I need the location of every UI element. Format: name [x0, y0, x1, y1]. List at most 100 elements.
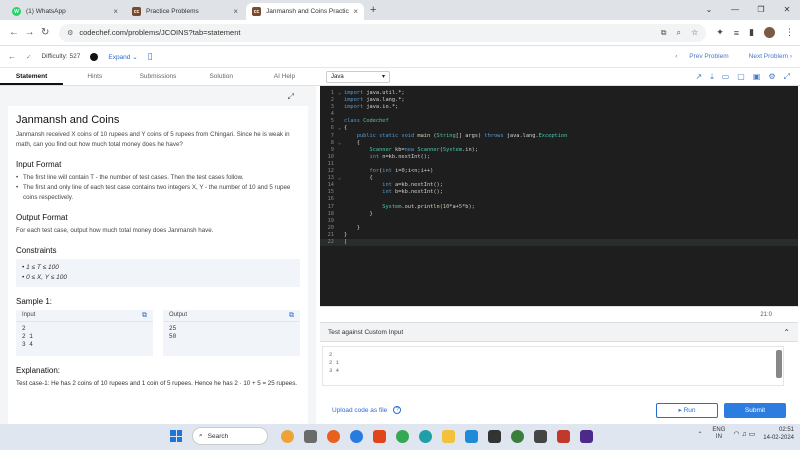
constraint-item: • 1 ≤ T ≤ 100	[22, 264, 59, 271]
copy-icon[interactable]: ⧉	[289, 312, 294, 319]
tab-ai-help[interactable]: AI Help	[253, 68, 316, 85]
code-line: 15 int b=kb.nextInt();	[327, 189, 443, 196]
input-format-heading: Input Format	[16, 160, 62, 169]
code-line: 7 public static void main (String[] args…	[330, 132, 568, 139]
chevron-up-icon[interactable]: ⌃	[783, 328, 790, 337]
code-line: 11	[327, 160, 334, 167]
help-icon[interactable]: ?	[393, 406, 402, 414]
reading-list-icon[interactable]: ≡	[734, 28, 739, 38]
back-icon[interactable]: ←	[6, 27, 22, 38]
settings-icon[interactable]: ⚙	[768, 72, 775, 82]
copy-icon[interactable]: ⧉	[142, 312, 147, 319]
close-tab-icon[interactable]: ×	[233, 7, 238, 16]
share-icon[interactable]: ↗	[695, 72, 702, 82]
code-line: 10 int n=kb.nextInt();	[327, 153, 431, 160]
browser-tab-practice[interactable]: cc Practice Problems ×	[126, 3, 244, 20]
chevron-up-icon[interactable]: ⌃	[697, 431, 702, 438]
tab-hints[interactable]: Hints	[63, 68, 126, 85]
codechef-app-icon[interactable]	[488, 429, 501, 443]
browser-tab-whatsapp[interactable]: W (1) WhatsApp ×	[6, 3, 124, 20]
code-editor[interactable]: 1 ⌄ import java.util.*; 2 import java.lang.…	[320, 86, 798, 306]
fullscreen-icon[interactable]: ⤢	[288, 92, 294, 102]
search-icon: ⌕	[199, 432, 203, 439]
constraint-item: • 0 ≤ X, Y ≤ 100	[22, 274, 67, 281]
output-format-text: For each test case, output how much tota…	[16, 227, 214, 234]
close-tab-icon[interactable]: ×	[113, 7, 118, 16]
edge-dev-icon[interactable]	[419, 429, 432, 443]
sample-heading: Sample 1:	[16, 297, 53, 306]
app-icon[interactable]	[534, 429, 547, 443]
sample-input-text: 2 2 1 3 4	[22, 325, 33, 348]
difficulty-label: Difficulty: 527	[41, 53, 81, 60]
custom-input-scrollbar[interactable]	[776, 350, 782, 378]
submit-button[interactable]: Submit	[724, 402, 786, 418]
close-tab-icon[interactable]: ×	[353, 7, 358, 16]
language-indicator[interactable]: ENG IN	[712, 427, 725, 441]
extensions-icon[interactable]: ✦	[716, 27, 724, 38]
menu-icon[interactable]: ⋮	[785, 27, 794, 38]
site-info-icon[interactable]: ⚙	[67, 29, 73, 37]
edge-icon[interactable]	[350, 429, 363, 443]
new-tab-button[interactable]: +	[370, 3, 376, 20]
bookmark-star-icon[interactable]: ☆	[691, 28, 698, 37]
browser-tab-strip: W (1) WhatsApp × cc Practice Problems × …	[0, 0, 800, 20]
maximize-icon[interactable]: ❐	[748, 0, 774, 20]
taskbar-search[interactable]: ⌕ Search	[192, 427, 268, 445]
explanation-heading: Explanation:	[16, 366, 61, 375]
reload-icon[interactable]: ↻	[37, 27, 53, 38]
bookmark-icon[interactable]: ▯	[148, 51, 153, 62]
code-line: 8 ⌄ {	[330, 139, 360, 146]
codechef-icon: cc	[252, 7, 261, 16]
firefox-icon[interactable]	[327, 429, 340, 443]
statement-pane[interactable]: ⤢ Janmansh and Coins Janmansh received X…	[0, 86, 316, 424]
app-icon[interactable]	[580, 429, 593, 443]
vscode-icon[interactable]	[465, 429, 478, 443]
app-icon[interactable]	[557, 429, 570, 443]
open-in-app-icon[interactable]: ⧉	[661, 28, 667, 37]
dropdown-icon[interactable]: ⌄	[696, 0, 722, 20]
forward-icon[interactable]: →	[22, 27, 38, 38]
app-icon[interactable]	[511, 429, 524, 443]
address-bar[interactable]: ⚙ codechef.com/problems/JCOINS?tab=state…	[59, 23, 707, 42]
dark-mode-icon[interactable]	[90, 52, 99, 61]
tab-solution[interactable]: Solution	[190, 68, 253, 85]
layout-icon[interactable]: ▭	[722, 72, 730, 82]
code-line: 13 ⌄ {	[327, 175, 373, 182]
upload-code-link[interactable]: Upload code as file?	[332, 406, 402, 414]
windows-start-icon[interactable]	[170, 430, 182, 442]
brave-icon[interactable]	[373, 429, 386, 443]
code-line: 5 class Codechef	[330, 118, 389, 125]
file-explorer-icon[interactable]	[304, 429, 317, 443]
output-format-heading: Output Format	[16, 213, 68, 222]
clock[interactable]: 02:51 14-02-2024	[763, 426, 794, 442]
theme-icon[interactable]: ▣	[753, 72, 761, 82]
chrome-icon[interactable]	[396, 429, 409, 443]
close-window-icon[interactable]: ✕	[774, 0, 800, 20]
language-select[interactable]: Java ▾	[326, 70, 390, 83]
code-line: 12 for(int i=0;i<n;i++)	[327, 168, 434, 175]
custom-input-field[interactable]: 2 2 1 3 4	[322, 346, 784, 386]
sample-input-box: Input ⧉ 2 2 1 3 4	[16, 310, 153, 356]
zoom-icon[interactable]: ⌕	[677, 28, 681, 37]
expand-button[interactable]: Expand ⌄	[108, 53, 137, 61]
profile-avatar[interactable]	[764, 27, 776, 38]
folder-icon[interactable]	[442, 429, 455, 443]
comment-icon[interactable]: ▢	[737, 72, 745, 82]
custom-input-header[interactable]: Test against Custom Input ⌃	[320, 322, 798, 342]
tab-submissions[interactable]: Submissions	[126, 68, 189, 85]
next-problem-button[interactable]: Next Problem ›	[739, 53, 792, 60]
code-line: 1 ⌄ import java.util.*;	[330, 90, 405, 96]
prev-problem-button[interactable]: ‹ Prev Problem	[675, 53, 728, 60]
widgets-icon[interactable]	[281, 429, 294, 443]
browser-tab-janmansh[interactable]: cc Janmansh and Coins Practice C... ×	[246, 3, 364, 20]
download-icon[interactable]: ⤓	[710, 72, 714, 82]
fullscreen-editor-icon[interactable]: ⤢	[784, 72, 790, 82]
explanation-text: Test case-1: He has 2 coins of 10 rupees…	[16, 380, 298, 387]
tab-statement[interactable]: Statement	[0, 68, 64, 85]
wifi-volume-battery-icons[interactable]: ◠ ♫ ▭	[733, 430, 755, 438]
back-arrow-icon[interactable]: ←	[8, 52, 16, 61]
run-button[interactable]: ▸ Run	[656, 402, 718, 418]
whatsapp-icon: W	[12, 7, 21, 16]
sidepanel-icon[interactable]: ▮	[749, 27, 754, 38]
minimize-icon[interactable]: —	[722, 0, 748, 20]
